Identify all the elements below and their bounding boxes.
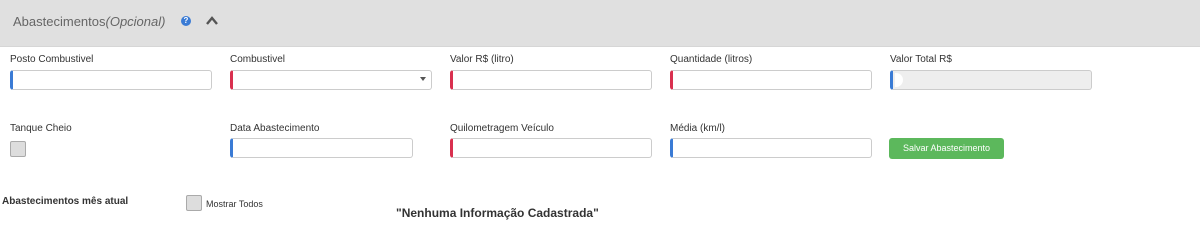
salvar-abastecimento-button[interactable]: Salvar Abastecimento	[889, 138, 1004, 159]
valor-litro-label: Valor R$ (litro)	[450, 54, 514, 65]
tanque-cheio-label: Tanque Cheio	[10, 123, 72, 134]
data-abastecimento-label: Data Abastecimento	[230, 123, 320, 134]
panel-title: Abastecimentos(Opcional)	[13, 14, 165, 29]
panel-title-text: Abastecimentos	[13, 14, 106, 29]
quilometragem-input[interactable]	[450, 138, 652, 158]
combustivel-select[interactable]	[230, 70, 432, 90]
panel-header: Abastecimentos(Opcional) ?	[0, 0, 1200, 47]
valor-total-input	[890, 70, 1092, 90]
combustivel-label: Combustivel	[230, 54, 286, 65]
posto-input[interactable]	[10, 70, 212, 90]
valor-litro-input[interactable]	[450, 70, 652, 90]
media-label: Média (km/l)	[670, 123, 726, 134]
mostrar-todos-label: Mostrar Todos	[206, 199, 263, 209]
tanque-cheio-checkbox[interactable]	[10, 141, 26, 157]
panel-title-optional: (Opcional)	[105, 14, 166, 29]
empty-message: "Nenhuma Informação Cadastrada"	[396, 206, 599, 220]
valor-total-label: Valor Total R$	[890, 54, 952, 65]
quilometragem-label: Quilometragem Veículo	[450, 123, 554, 134]
chevron-up-icon[interactable]	[205, 14, 219, 28]
mostrar-todos-checkbox[interactable]	[186, 195, 202, 211]
media-input[interactable]	[670, 138, 872, 158]
posto-label: Posto Combustivel	[10, 54, 94, 65]
data-abastecimento-input[interactable]	[230, 138, 413, 158]
question-circle-icon[interactable]: ?	[181, 16, 191, 26]
quantidade-input[interactable]	[670, 70, 872, 90]
dropdown-caret-icon	[420, 77, 426, 81]
abastecimentos-mes-atual-label: Abastecimentos mês atual	[2, 196, 129, 207]
quantidade-label: Quantidade (litros)	[670, 54, 753, 65]
